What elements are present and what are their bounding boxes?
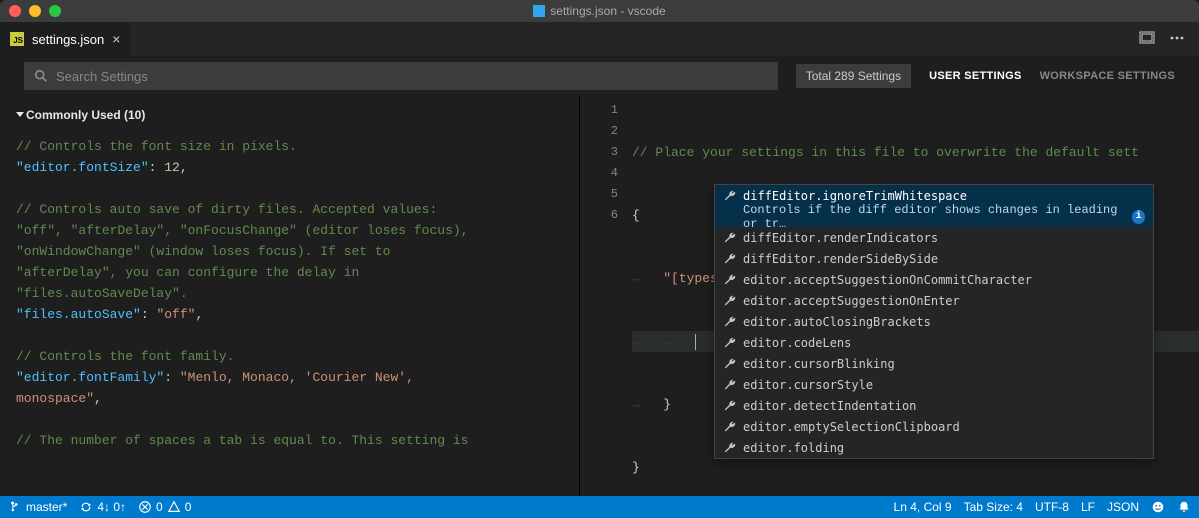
suggestion-detail: Controls if the diff editor shows change… [715,206,1153,227]
tab-workspace-settings[interactable]: WORKSPACE SETTINGS [1040,70,1175,82]
indentation[interactable]: Tab Size: 4 [964,500,1023,514]
tab-bar: JS settings.json × [0,22,1199,56]
wrench-icon [723,357,737,371]
wrench-icon [723,273,737,287]
suggestion-item[interactable]: editor.emptySelectionClipboard [715,416,1153,437]
wrench-icon [723,189,737,203]
defaults-pane[interactable]: Commonly Used (10) // Controls the font … [0,96,580,496]
tab-settings-json[interactable]: JS settings.json × [0,22,130,56]
status-bar: master* 4↓ 0↑ 0 0 Ln 4, Col 9 Tab Size: … [0,496,1199,518]
cursor-position[interactable]: Ln 4, Col 9 [894,500,952,514]
wrench-icon [723,399,737,413]
wrench-icon [723,231,737,245]
search-placeholder: Search Settings [56,69,148,84]
search-input[interactable]: Search Settings [24,62,778,90]
more-actions-icon[interactable] [1169,30,1185,49]
settings-toolbar: Search Settings Total 289 Settings USER … [0,56,1199,96]
window-title: settings.json - vscode [550,4,665,18]
settings-count: Total 289 Settings [796,64,911,88]
suggestion-item[interactable]: editor.autoClosingBrackets [715,311,1153,332]
text-cursor [695,334,696,350]
wrench-icon [723,441,737,455]
titlebar: settings.json - vscode [0,0,1199,22]
suggestion-item[interactable]: editor.acceptSuggestionOnEnter [715,290,1153,311]
tab-label: settings.json [32,32,104,47]
line-gutter: 1 2 3 4 5 6 [580,96,632,496]
chevron-down-icon[interactable] [16,112,24,117]
search-icon [34,69,48,83]
encoding[interactable]: UTF-8 [1035,500,1069,514]
suggestion-item[interactable]: diffEditor.renderSideBySide [715,248,1153,269]
wrench-icon [723,315,737,329]
problems[interactable]: 0 0 [138,500,191,514]
suggestion-widget[interactable]: diffEditor.ignoreTrimWhitespace Controls… [714,184,1154,459]
wrench-icon [723,294,737,308]
git-sync[interactable]: 4↓ 0↑ [79,500,126,514]
defaults-code: // Controls the font size in pixels. "ed… [16,136,563,451]
split-editor-icon[interactable] [1139,30,1155,49]
suggestion-item[interactable]: editor.codeLens [715,332,1153,353]
eol[interactable]: LF [1081,500,1095,514]
suggestion-item[interactable]: editor.detectIndentation [715,395,1153,416]
git-branch[interactable]: master* [8,500,67,514]
info-icon[interactable]: i [1132,210,1145,224]
suggestion-item[interactable]: editor.cursorStyle [715,374,1153,395]
wrench-icon [723,420,737,434]
editor-pane[interactable]: 1 2 3 4 5 6 // Place your settings in th… [580,96,1199,496]
notifications-icon[interactable] [1177,500,1191,514]
section-title: Commonly Used (10) [26,108,145,122]
close-icon[interactable]: × [112,31,120,47]
wrench-icon [723,252,737,266]
feedback-icon[interactable] [1151,500,1165,514]
js-file-icon: JS [10,32,24,46]
vscode-icon [533,5,545,17]
suggestion-item[interactable]: editor.acceptSuggestionOnCommitCharacter [715,269,1153,290]
suggestion-item[interactable]: editor.folding [715,437,1153,458]
wrench-icon [723,336,737,350]
wrench-icon [723,378,737,392]
language-mode[interactable]: JSON [1107,500,1139,514]
tab-user-settings[interactable]: USER SETTINGS [929,70,1022,82]
suggestion-item[interactable]: editor.cursorBlinking [715,353,1153,374]
